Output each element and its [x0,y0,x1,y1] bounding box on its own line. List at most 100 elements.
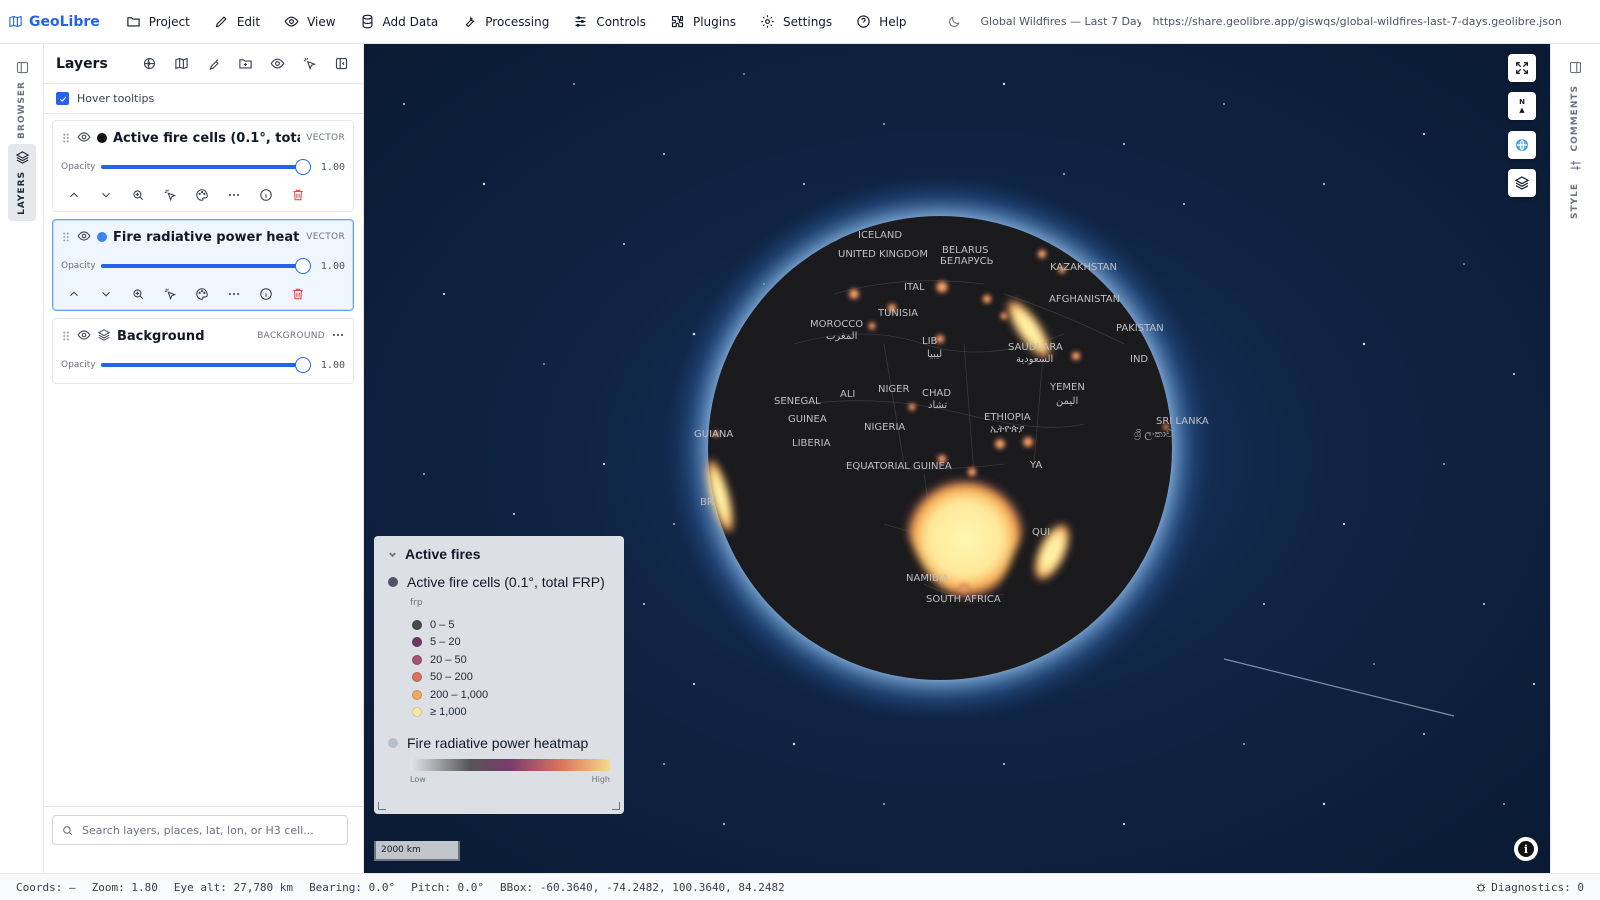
menu-help-label: Help [879,14,907,29]
identify-layer-button[interactable] [161,186,179,204]
layer-type-badge: BACKGROUND [257,331,325,341]
label-iceland: ICELAND [858,230,902,241]
menu-plugins[interactable]: Plugins [658,0,748,43]
zoom-to-layer-button[interactable] [129,186,147,204]
menu-project[interactable]: Project [114,0,202,43]
compass-button[interactable]: N ▲ [1508,92,1536,120]
identify-layer-button[interactable] [161,285,179,303]
globe-projection-button[interactable] [1508,131,1536,159]
project-title[interactable]: Global Wildfires — Last 7 Days [981,15,1141,28]
visibility-toggle[interactable] [77,229,91,246]
label-kenya: YA [1029,460,1042,471]
search-input[interactable] [82,823,339,837]
identify-button[interactable] [299,54,319,74]
visibility-toggle[interactable] [77,328,91,345]
layer-card-frp-heatmap[interactable]: Fire radiative power heatm... VECTOR Opa… [52,219,354,311]
move-up-button[interactable] [65,186,83,204]
hover-tooltips-checkbox[interactable] [56,92,69,105]
menu-settings[interactable]: Settings [748,0,844,43]
opacity-slider[interactable] [101,159,311,175]
drag-handle-icon[interactable] [61,231,71,243]
label-chad-native: تشاد [928,400,947,411]
status-coords: Coords: — [16,880,76,894]
opacity-slider-thumb[interactable] [295,357,311,373]
database-icon [362,14,372,29]
comments-tab[interactable]: COMMENTS [1563,60,1587,151]
add-folder-button[interactable] [235,54,255,74]
hover-tooltips-label: Hover tooltips [77,92,155,105]
menu-help[interactable]: Help [844,0,918,43]
theme-toggle-button[interactable] [939,15,969,29]
resize-handle-icon[interactable] [612,802,620,810]
app-logo[interactable]: GeoLibre [8,14,100,30]
legend-class-item: ≥ 1,000 [412,704,610,722]
move-down-button[interactable] [97,186,115,204]
more-options-button[interactable] [331,328,345,345]
label-eq-guinea: EQUATORIAL GUINEA [846,461,952,472]
label-india: IND [1130,354,1148,365]
drag-handle-icon[interactable] [61,132,71,144]
layer-info-button[interactable] [257,186,275,204]
resize-handle-icon[interactable] [378,802,386,810]
legend-layer-fire-cells: Active fire cells (0.1°, total FRP) [388,574,610,590]
move-up-button[interactable] [65,285,83,303]
style-layer-button[interactable] [193,285,211,303]
layer-card-background[interactable]: Background BACKGROUND Opacity 1.00 [52,318,354,384]
collapse-panel-button[interactable] [331,54,351,74]
visibility-toggle[interactable] [77,130,91,147]
add-map-button[interactable] [171,54,191,74]
sidebar-right-icon [1569,61,1581,74]
attribution-button[interactable]: i [1514,837,1538,861]
toggle-visibility-button[interactable] [267,54,287,74]
hover-tooltips-row[interactable]: Hover tooltips [44,84,363,114]
zoom-to-layer-button[interactable] [129,285,147,303]
layer-name[interactable]: Fire radiative power heatm... [113,230,300,245]
delete-layer-button[interactable] [289,285,307,303]
menu-controls[interactable]: Controls [561,0,658,43]
opacity-label: Opacity [61,162,96,172]
opacity-slider[interactable] [101,357,311,373]
menu-processing[interactable]: Processing [450,0,561,43]
opacity-slider[interactable] [101,258,311,274]
chevron-up-icon [70,192,78,198]
layer-switcher-button[interactable] [1508,169,1536,197]
folder-plus-icon [238,59,252,69]
label-chad: CHAD [922,388,951,399]
legend-classes: 0 – 5 5 – 20 20 – 50 50 – 200 200 – 1,000 ≥ 1… [388,616,610,721]
eye-icon [77,131,91,142]
more-options-button[interactable] [225,186,243,204]
map-view[interactable]: ICELAND UNITED KINGDOM BELARUS БЕЛАРУСЬ … [364,44,1550,873]
opacity-label: Opacity [61,261,96,271]
add-basemap-button[interactable] [139,54,159,74]
style-layer-button[interactable] [193,186,211,204]
menu-view[interactable]: View [272,0,347,43]
layers-tab[interactable]: LAYERS [8,144,36,221]
opacity-slider-thumb[interactable] [295,258,311,274]
more-options-button[interactable] [225,285,243,303]
move-down-button[interactable] [97,285,115,303]
browser-tab[interactable]: BROWSER [8,54,36,145]
delete-layer-button[interactable] [289,186,307,204]
top-menu-bar: GeoLibre Project Edit View Add Data Proc… [0,0,1600,44]
layer-name[interactable]: Active fire cells (0.1°, total ... [113,131,300,146]
opacity-slider-thumb[interactable] [295,159,311,175]
opacity-label: Opacity [61,360,96,370]
drag-handle-icon[interactable] [61,330,71,342]
legend-panel[interactable]: Active fires Active fire cells (0.1°, to… [374,536,624,814]
opacity-value: 1.00 [320,260,345,272]
style-tab-label: STYLE [1570,183,1580,220]
fullscreen-button[interactable] [1508,54,1536,82]
menu-edit[interactable]: Edit [202,0,272,43]
status-bbox: BBox: -60.3640, -74.2482, 100.3640, 84.2… [500,880,785,894]
diagnostics-button[interactable]: Diagnostics: 0 [1475,881,1584,894]
layer-info-button[interactable] [257,285,275,303]
layer-card-active-fire-cells[interactable]: Active fire cells (0.1°, total ... VECTO… [52,120,354,212]
draw-button[interactable] [203,54,223,74]
info-icon [260,189,272,201]
style-tab[interactable]: STYLE [1563,158,1587,219]
search-box[interactable] [52,815,348,845]
menu-add-data[interactable]: Add Data [348,0,451,43]
browser-tab-label: BROWSER [17,81,27,139]
share-url[interactable]: https://share.geolibre.app/giswqs/global… [1153,15,1562,28]
layer-name[interactable]: Background [117,329,251,344]
